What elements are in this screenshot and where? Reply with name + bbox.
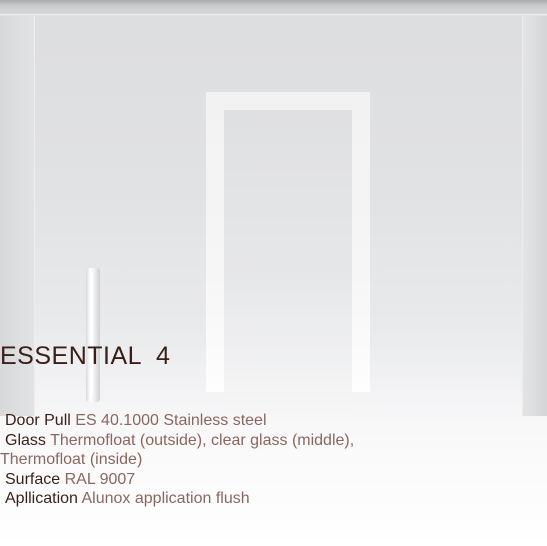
spec-value: Alunox application flush xyxy=(81,490,250,507)
glass-window-pane xyxy=(224,110,352,410)
spec-value: Thermofloat (outside), clear glass (midd… xyxy=(50,431,355,449)
spec-label: Surface xyxy=(5,470,61,488)
product-title: ESSENTIAL 4 xyxy=(0,342,171,370)
product-page: ESSENTIAL 4 Door Pull ES 40.1000 Stainle… xyxy=(0,0,547,546)
spec-surface: Surface RAL 9007 xyxy=(0,470,540,490)
spec-label: Glass xyxy=(5,431,46,449)
door-top-frame xyxy=(0,0,547,16)
spec-list: Door Pull ES 40.1000 Stainless steel Gla… xyxy=(0,411,540,509)
spec-door-pull: Door Pull ES 40.1000 Stainless steel xyxy=(0,411,540,431)
door-pull-highlight xyxy=(90,272,93,396)
spec-label: Door Pull xyxy=(5,412,71,429)
door-right-edge xyxy=(522,16,547,416)
spec-value: RAL 9007 xyxy=(64,470,136,488)
spec-value: ES 40.1000 Stainless steel xyxy=(75,412,267,429)
spec-value: Thermofloat (inside) xyxy=(0,451,143,468)
spec-glass: Glass Thermofloat (outside), clear glass… xyxy=(0,431,540,451)
spec-glass-continuation: Thermofloat (inside) xyxy=(0,450,540,470)
spec-label: Apllication xyxy=(5,490,78,507)
door-pull-handle xyxy=(86,268,100,402)
spec-application: Apllication Alunox application flush xyxy=(0,489,540,509)
